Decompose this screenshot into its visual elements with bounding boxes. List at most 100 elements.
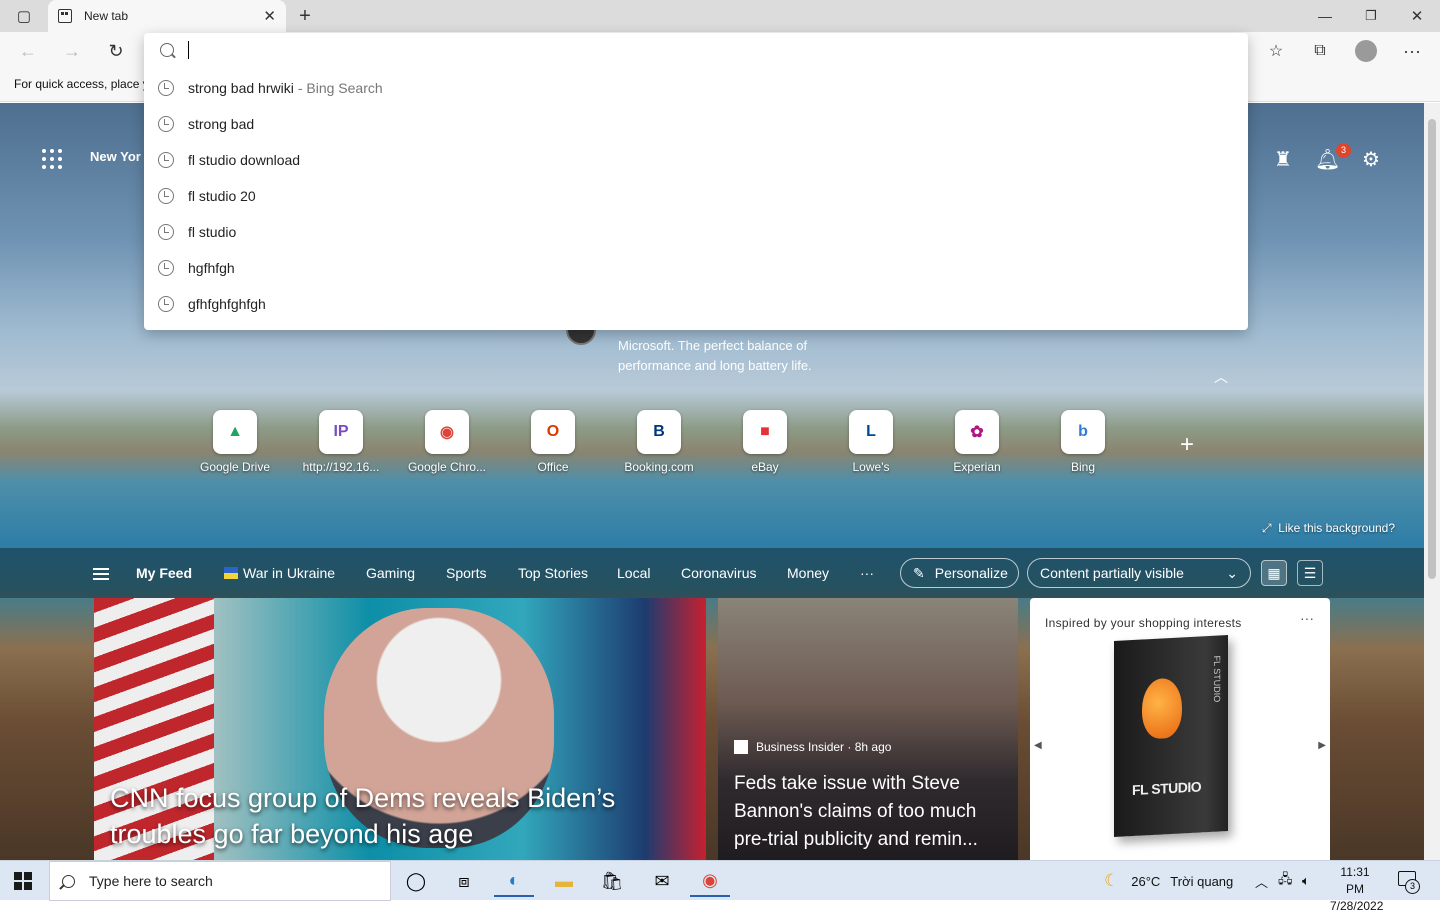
- quick-link-tile[interactable]: ✿ Experian: [924, 410, 1030, 480]
- tab-coronavirus[interactable]: Coronavirus: [681, 565, 756, 581]
- suggestion-item[interactable]: strong bad hrwiki - Bing Search: [144, 70, 1248, 106]
- edge-icon[interactable]: ◐: [494, 865, 534, 897]
- new-tab-button[interactable]: +: [290, 0, 320, 32]
- site-logo-icon: ■: [743, 410, 787, 454]
- new-tab-icon: [58, 9, 72, 23]
- tab-top-stories[interactable]: Top Stories: [518, 565, 588, 581]
- carousel-prev-icon[interactable]: ◀: [1034, 740, 1042, 751]
- forward-button[interactable]: →: [54, 32, 90, 70]
- quick-link-label: Experian: [953, 460, 1001, 474]
- store-icon[interactable]: 🛍︎: [592, 865, 632, 897]
- add-site-button[interactable]: +: [1180, 431, 1194, 459]
- pencil-icon: ✎: [913, 564, 925, 581]
- personalize-button[interactable]: ✎ Personalize: [900, 558, 1019, 588]
- quick-link-tile[interactable]: L Lowe's: [818, 410, 924, 480]
- app-launcher-icon[interactable]: [42, 149, 62, 169]
- shopping-header: Inspired by your shopping interests: [1045, 616, 1242, 630]
- task-view-icon[interactable]: ⧈: [444, 865, 484, 897]
- weather-widget[interactable]: ☾ 26°C Trời quang: [1104, 861, 1233, 901]
- quick-link-tile[interactable]: b Bing: [1030, 410, 1136, 480]
- minimize-button[interactable]: —: [1310, 0, 1340, 32]
- quick-link-tile[interactable]: ◉ Google Chro...: [394, 410, 500, 480]
- favorites-icon[interactable]: ☆: [1258, 32, 1294, 70]
- quick-link-tile[interactable]: O Office: [500, 410, 606, 480]
- tab-war-in-ukraine[interactable]: War in Ukraine: [224, 565, 335, 581]
- list-view-icon[interactable]: ☰: [1297, 560, 1323, 586]
- page-settings-icon[interactable]: ⚙: [1359, 147, 1383, 171]
- tab-new-tab[interactable]: New tab ✕: [48, 0, 286, 32]
- suggestion-item[interactable]: fl studio 20: [144, 178, 1248, 214]
- collections-icon[interactable]: ⧉: [1302, 32, 1338, 70]
- quick-link-label: Lowe's: [852, 460, 890, 474]
- grid-view-icon[interactable]: ▦: [1261, 560, 1287, 586]
- page-scrollbar[interactable]: [1424, 103, 1440, 860]
- settings-more-icon[interactable]: ···: [1394, 32, 1430, 70]
- search-icon: [160, 43, 174, 57]
- search-icon: [62, 874, 75, 888]
- news-card-main[interactable]: CNN focus group of Dems reveals Biden’s …: [94, 598, 706, 860]
- news-card-secondary[interactable]: Business Insider · 8h ago Feds take issu…: [718, 598, 1018, 860]
- site-logo-icon: ◉: [425, 410, 469, 454]
- card-more-icon[interactable]: ···: [1300, 610, 1314, 626]
- suggestion-item[interactable]: fl studio: [144, 214, 1248, 250]
- suggestion-item[interactable]: hgfhfgh: [144, 250, 1248, 286]
- windows-taskbar: Type here to search ◯ ⧈ ◐ ▬ 🛍︎ ✉ ◉ ☾ 26°C…: [0, 860, 1440, 913]
- history-icon: [158, 260, 174, 276]
- feed-navigation: My Feed War in Ukraine Gaming Sports Top…: [0, 548, 1424, 598]
- quick-link-tile[interactable]: IP http://192.16...: [288, 410, 394, 480]
- close-window-button[interactable]: ✕: [1402, 0, 1432, 32]
- rewards-icon[interactable]: ♜: [1271, 147, 1295, 171]
- refresh-button[interactable]: ↻: [98, 32, 134, 70]
- tab-title: New tab: [84, 9, 129, 23]
- cortana-icon[interactable]: ◯: [396, 865, 436, 897]
- promo-text[interactable]: Microsoft. The perfect balance of perfor…: [618, 336, 878, 376]
- tab-gaming[interactable]: Gaming: [366, 565, 415, 581]
- clock[interactable]: 11:31 PM 7/28/2022: [1330, 864, 1383, 915]
- chevron-down-icon: ⌄: [1226, 564, 1238, 581]
- quick-link-tile[interactable]: ■ eBay: [712, 410, 818, 480]
- history-icon: [158, 188, 174, 204]
- tab-local[interactable]: Local: [617, 565, 650, 581]
- suggestion-item[interactable]: fl studio download: [144, 142, 1248, 178]
- mail-icon[interactable]: ✉: [642, 865, 682, 897]
- address-input[interactable]: [188, 39, 1228, 61]
- tab-money[interactable]: Money: [787, 565, 829, 581]
- site-logo-icon: ✿: [955, 410, 999, 454]
- quick-links: ▲ Google Drive IP http://192.16... ◉ Google C…: [182, 410, 1136, 480]
- fruit-logo-icon: [1142, 677, 1182, 740]
- tab-my-feed[interactable]: My Feed: [136, 565, 192, 581]
- file-explorer-icon[interactable]: ▬: [544, 865, 584, 897]
- tab-sports[interactable]: Sports: [446, 565, 486, 581]
- taskbar-search[interactable]: Type here to search: [49, 861, 391, 901]
- history-icon: [158, 224, 174, 240]
- suggestion-item[interactable]: strong bad: [144, 106, 1248, 142]
- volume-icon[interactable]: 🔈︎: [1302, 861, 1310, 901]
- weather-location[interactable]: New Yor: [90, 149, 141, 164]
- more-tabs-icon[interactable]: ···: [860, 565, 874, 581]
- network-icon[interactable]: 🖧︎: [1278, 861, 1293, 901]
- shopping-card[interactable]: Inspired by your shopping interests ··· …: [1030, 598, 1330, 860]
- start-button[interactable]: [14, 872, 32, 890]
- carousel-next-icon[interactable]: ▶: [1318, 740, 1326, 751]
- quick-link-label: Booking.com: [624, 460, 694, 474]
- back-button[interactable]: ←: [10, 32, 46, 70]
- quick-link-tile[interactable]: B Booking.com: [606, 410, 712, 480]
- profile-avatar[interactable]: [1348, 32, 1384, 70]
- site-logo-icon: ▲: [213, 410, 257, 454]
- show-hidden-icons[interactable]: ︿: [1255, 861, 1268, 901]
- suggestion-item[interactable]: gfhfghfghfgh: [144, 286, 1248, 322]
- product-brand: FL STUDIO: [1132, 778, 1202, 799]
- content-visibility-select[interactable]: Content partially visible ⌄: [1027, 558, 1251, 588]
- feed-menu-icon[interactable]: [93, 568, 109, 580]
- quick-link-tile[interactable]: ▲ Google Drive: [182, 410, 288, 480]
- quick-link-label: http://192.16...: [302, 460, 380, 474]
- favorites-hint: For quick access, place y: [14, 77, 149, 91]
- like-background-link[interactable]: ⤢ Like this background?: [1262, 521, 1395, 536]
- close-tab-icon[interactable]: ✕: [263, 7, 276, 25]
- maximize-button[interactable]: ❐: [1356, 0, 1386, 32]
- chrome-icon[interactable]: ◉: [690, 865, 730, 897]
- moon-icon: ☾: [1104, 871, 1120, 890]
- scrollbar-thumb[interactable]: [1428, 119, 1436, 579]
- collapse-chevron-icon[interactable]: ︿: [1214, 367, 1228, 387]
- tab-actions-icon[interactable]: ▢: [10, 0, 38, 32]
